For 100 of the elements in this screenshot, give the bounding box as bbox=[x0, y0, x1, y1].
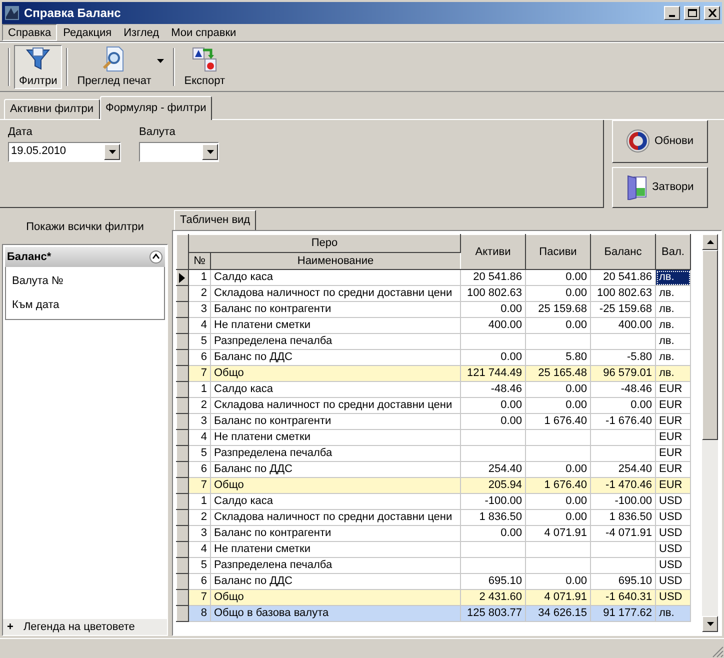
row-indicator[interactable] bbox=[176, 558, 188, 574]
row-indicator[interactable] bbox=[176, 286, 188, 302]
tab[interactable]: Активни филтри bbox=[4, 99, 100, 119]
row-indicator[interactable] bbox=[176, 302, 188, 318]
row-indicator[interactable] bbox=[176, 542, 188, 558]
row-indicator[interactable] bbox=[176, 414, 188, 430]
row-indicator[interactable] bbox=[176, 398, 188, 414]
table-cell: лв. bbox=[656, 606, 691, 622]
row-indicator[interactable] bbox=[176, 334, 188, 350]
column-header[interactable]: № bbox=[188, 252, 210, 270]
table-row[interactable]: 1 Салдо каса 20 541.86 0.00 20 541.86 лв. bbox=[176, 270, 691, 286]
column-group-header: Перо bbox=[188, 234, 461, 252]
field-label: Дата bbox=[8, 125, 34, 140]
menu-item[interactable]: Изглед bbox=[118, 24, 166, 41]
table-cell: 91 177.62 bbox=[590, 606, 656, 622]
table-row[interactable]: 3 Баланс по контрагенти 0.00 25 159.68 -25 159.68 лв. bbox=[176, 302, 691, 318]
window-title: Справка Баланс bbox=[24, 5, 122, 22]
tab[interactable]: Табличен вид bbox=[174, 210, 256, 230]
table-row[interactable]: 5 Разпределена печалба EUR bbox=[176, 446, 691, 462]
table-row[interactable]: 5 Разпределена печалба лв. bbox=[176, 334, 691, 350]
close-icon bbox=[708, 9, 716, 17]
toolbar-button[interactable]: Филтри bbox=[14, 45, 62, 89]
table-cell: 34 626.15 bbox=[526, 606, 591, 622]
toolbar-button[interactable]: Преглед печат bbox=[72, 45, 170, 89]
table-row[interactable]: 6 Баланс по ДДС 695.10 0.00 695.10 USD bbox=[176, 574, 691, 590]
row-indicator[interactable] bbox=[176, 606, 188, 622]
table-row[interactable]: 1 Салдо каса -100.00 0.00 -100.00 USD bbox=[176, 494, 691, 510]
menu-item[interactable]: Справка bbox=[2, 24, 58, 41]
row-indicator[interactable] bbox=[176, 350, 188, 366]
menu-item[interactable]: Редакция bbox=[57, 24, 118, 41]
menu-item[interactable]: Мои справки bbox=[165, 24, 242, 41]
table-cell: 125 803.77 bbox=[460, 606, 526, 622]
row-indicator[interactable] bbox=[176, 318, 188, 334]
row-indicator[interactable] bbox=[176, 590, 188, 606]
action-button[interactable]: Затвори bbox=[612, 166, 708, 208]
table-row[interactable]: 3 Баланс по контрагенти 0.00 4 071.91 -4 071.91 USD bbox=[176, 526, 691, 542]
field-label: Валута bbox=[139, 125, 176, 140]
column-header[interactable]: Баланс bbox=[590, 234, 656, 270]
caret-icon bbox=[108, 150, 116, 154]
table-row[interactable]: 4 Не платени сметки 400.00 0.00 400.00 лв. bbox=[176, 318, 691, 334]
dropdown-field[interactable] bbox=[139, 142, 219, 162]
filter-item[interactable]: Към дата bbox=[6, 293, 164, 317]
table-row[interactable]: 7 Общо 205.94 1 676.40 -1 470.46 EUR bbox=[176, 478, 691, 494]
table-cell: Общо в базова валута bbox=[210, 606, 461, 622]
dropdown-field[interactable]: 19.05.2010 bbox=[8, 142, 121, 162]
maximize-button[interactable] bbox=[684, 6, 700, 20]
show-all-filters-button[interactable]: Покажи всички филтри bbox=[2, 210, 168, 244]
row-indicator[interactable] bbox=[176, 462, 188, 478]
row-indicator[interactable] bbox=[176, 526, 188, 542]
row-indicator[interactable] bbox=[176, 366, 188, 382]
table-row[interactable]: 4 Не платени сметки USD bbox=[176, 542, 691, 558]
row-indicator[interactable] bbox=[176, 430, 188, 446]
tab[interactable]: Формуляр - филтри bbox=[100, 96, 212, 120]
column-header[interactable]: Наименование bbox=[210, 252, 461, 270]
app-icon bbox=[4, 5, 20, 21]
maximize-icon bbox=[688, 9, 696, 17]
column-header[interactable]: Вал. bbox=[656, 234, 691, 270]
row-indicator[interactable] bbox=[176, 446, 188, 462]
row-indicator[interactable] bbox=[176, 478, 188, 494]
table-row[interactable]: 1 Салдо каса -48.46 0.00 -48.46 EUR bbox=[176, 382, 691, 398]
table-row[interactable]: 5 Разпределена печалба USD bbox=[176, 558, 691, 574]
table-row[interactable]: 3 Баланс по контрагенти 0.00 1 676.40 -1 676.40 EUR bbox=[176, 414, 691, 430]
table-row[interactable]: 2 Складова наличност по средни доставни цени 0.00 0.00 0.00 EUR bbox=[176, 398, 691, 414]
door-icon bbox=[626, 174, 648, 200]
collapse-icon[interactable] bbox=[149, 250, 163, 264]
row-indicator[interactable] bbox=[176, 510, 188, 526]
table-row[interactable]: 8 Общо в базова валута 125 803.77 34 626.15 91 177.62 лв. bbox=[176, 606, 691, 622]
scroll-up-icon bbox=[706, 240, 714, 244]
toolbar-button[interactable]: Експорт bbox=[179, 45, 230, 89]
table-cell: 8 bbox=[188, 606, 210, 622]
vertical-scrollbar[interactable] bbox=[702, 234, 718, 632]
refresh-icon bbox=[626, 129, 650, 154]
column-header[interactable]: Пасиви bbox=[526, 234, 591, 270]
filter-group-header[interactable]: Баланс* bbox=[5, 247, 165, 267]
filter-item[interactable]: Валута № bbox=[6, 269, 164, 293]
table-row[interactable]: 6 Баланс по ДДС 254.40 0.00 254.40 EUR bbox=[176, 462, 691, 478]
row-indicator[interactable] bbox=[176, 494, 188, 510]
row-indicator[interactable] bbox=[176, 382, 188, 398]
table-row[interactable]: 7 Общо 121 744.49 25 165.48 96 579.01 лв. bbox=[176, 366, 691, 382]
table-row[interactable]: 4 Не платени сметки EUR bbox=[176, 430, 691, 446]
action-button[interactable]: Обнови bbox=[612, 120, 708, 163]
table-row[interactable]: 7 Общо 2 431.60 4 071.91 -1 640.31 USD bbox=[176, 590, 691, 606]
table-row[interactable]: 6 Баланс по ДДС 0.00 5.80 -5.80 лв. bbox=[176, 350, 691, 366]
row-indicator[interactable] bbox=[176, 574, 188, 590]
scroll-down-icon bbox=[706, 622, 714, 626]
row-indicator[interactable] bbox=[176, 270, 188, 286]
table-row[interactable]: 2 Складова наличност по средни доставни цени 100 802.63 0.00 100 802.63 лв. bbox=[176, 286, 691, 302]
column-header[interactable]: Активи bbox=[460, 234, 526, 270]
current-row-icon bbox=[178, 272, 186, 282]
legend-label: Легенда на цветовете bbox=[23, 620, 135, 635]
expand-sign: + bbox=[7, 620, 14, 635]
caret-icon bbox=[206, 150, 214, 154]
legend-bar[interactable]: + Легенда на цветовете bbox=[3, 619, 167, 635]
caret-icon bbox=[157, 59, 164, 63]
table-row[interactable]: 2 Складова наличност по средни доставни цени 1 836.50 0.00 1 836.50 USD bbox=[176, 510, 691, 526]
minimize-button[interactable] bbox=[664, 6, 680, 20]
group-title: Баланс* bbox=[7, 250, 52, 265]
export-icon bbox=[190, 44, 219, 73]
resize-grip-icon bbox=[712, 646, 724, 658]
close-button[interactable] bbox=[704, 6, 720, 20]
